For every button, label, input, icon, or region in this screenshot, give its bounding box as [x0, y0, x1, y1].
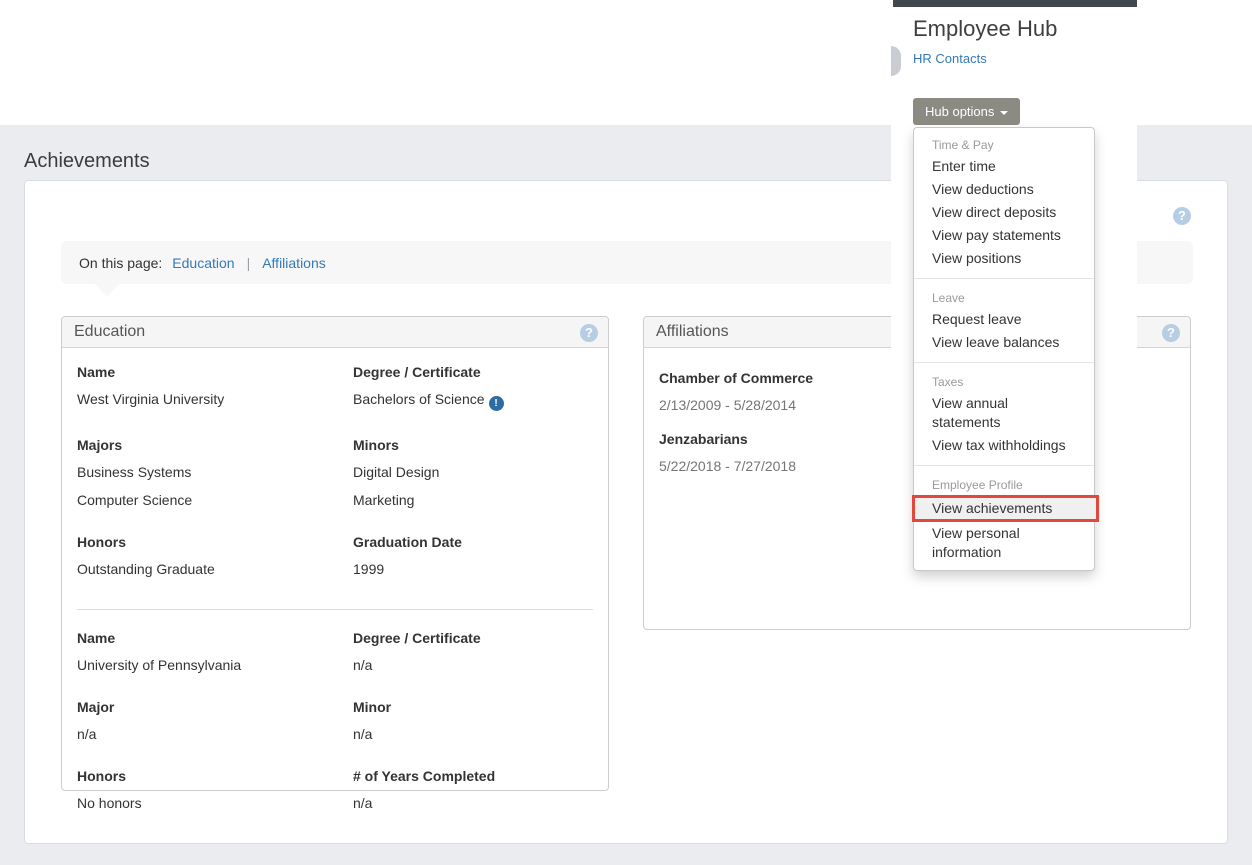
link-affiliations[interactable]: Affiliations	[262, 255, 326, 271]
field-degree: Degree / Certificate Bachelors of Scienc…	[353, 364, 593, 423]
field-major: Major n/a	[77, 699, 353, 754]
affiliations-help-icon[interactable]: ?	[1162, 324, 1180, 342]
field-honors: Honors No honors	[77, 768, 353, 823]
field-value: Computer Science	[77, 492, 353, 508]
on-this-page-label: On this page:	[79, 255, 162, 271]
field-label: Minors	[353, 437, 593, 453]
education-help-icon[interactable]: ?	[580, 324, 598, 342]
education-panel-body: Name West Virginia University Degree / C…	[62, 348, 608, 837]
field-label: Name	[77, 364, 353, 380]
field-label: # of Years Completed	[353, 768, 593, 784]
field-value: University of Pennsylvania	[77, 657, 353, 673]
field-value: n/a	[353, 795, 593, 811]
menu-divider	[914, 362, 1094, 363]
affiliations-panel-title: Affiliations	[656, 323, 729, 340]
info-icon[interactable]: !	[489, 396, 504, 411]
field-majors: Majors Business Systems Computer Science	[77, 437, 353, 520]
education-entry: Name West Virginia University Degree / C…	[77, 364, 593, 603]
field-label: Name	[77, 630, 353, 646]
menu-item-view-positions[interactable]: View positions	[914, 247, 1094, 270]
menu-section-header-taxes: Taxes	[914, 371, 1094, 392]
menu-item-view-annual-statements[interactable]: View annual statements	[914, 392, 1094, 434]
field-label: Minor	[353, 699, 593, 715]
education-entry: Name University of Pennsylvania Degree /…	[77, 630, 593, 837]
employee-hub-title: Employee Hub	[913, 16, 1057, 42]
nav-pointer-tail	[95, 284, 119, 297]
menu-item-view-deductions[interactable]: View deductions	[914, 178, 1094, 201]
field-honors: Honors Outstanding Graduate	[77, 534, 353, 589]
hub-options-button[interactable]: Hub options	[913, 98, 1020, 125]
menu-item-view-achievements[interactable]: View achievements	[912, 495, 1099, 522]
education-panel-header: Education ?	[62, 317, 608, 348]
field-value: n/a	[77, 726, 353, 742]
field-name: Name West Virginia University	[77, 364, 353, 423]
page-help-icon[interactable]: ?	[1173, 207, 1191, 225]
field-value: Outstanding Graduate	[77, 561, 353, 577]
field-label: Degree / Certificate	[353, 630, 593, 646]
education-panel-title: Education	[74, 323, 145, 340]
field-value: Bachelors of Science!	[353, 391, 593, 411]
field-label: Honors	[77, 534, 353, 550]
menu-section-header-leave: Leave	[914, 287, 1094, 308]
menu-divider	[914, 278, 1094, 279]
hub-options-menu: Time & Pay Enter time View deductions Vi…	[913, 127, 1095, 571]
field-label: Honors	[77, 768, 353, 784]
field-value: 1999	[353, 561, 593, 577]
link-education[interactable]: Education	[172, 255, 234, 271]
field-value: Marketing	[353, 492, 593, 508]
field-minors: Minors Digital Design Marketing	[353, 437, 593, 520]
menu-section-header-employee-profile: Employee Profile	[914, 474, 1094, 495]
field-value: n/a	[353, 657, 593, 673]
employee-hub-panel: Employee Hub HR Contacts Hub options Tim…	[891, 0, 1137, 535]
menu-item-view-leave-balances[interactable]: View leave balances	[914, 331, 1094, 354]
menu-item-view-personal-information[interactable]: View personal information	[914, 522, 1094, 564]
menu-item-request-leave[interactable]: Request leave	[914, 308, 1094, 331]
entry-divider	[77, 609, 593, 610]
menu-item-view-tax-withholdings[interactable]: View tax withholdings	[914, 434, 1094, 457]
top-accent-bar	[893, 0, 1137, 7]
caret-down-icon	[1000, 111, 1008, 115]
field-value: West Virginia University	[77, 391, 353, 407]
menu-divider	[914, 465, 1094, 466]
page-title: Achievements	[24, 150, 150, 173]
education-panel: Education ? Name West Virginia Universit…	[61, 316, 609, 791]
field-years-completed: # of Years Completed n/a	[353, 768, 593, 823]
field-label: Majors	[77, 437, 353, 453]
field-value: n/a	[353, 726, 593, 742]
drawer-handle[interactable]	[891, 46, 901, 76]
field-name: Name University of Pennsylvania	[77, 630, 353, 685]
field-value: Business Systems	[77, 464, 353, 480]
field-label: Degree / Certificate	[353, 364, 593, 380]
field-minor: Minor n/a	[353, 699, 593, 754]
menu-item-view-pay-statements[interactable]: View pay statements	[914, 224, 1094, 247]
menu-item-enter-time[interactable]: Enter time	[914, 155, 1094, 178]
field-value: No honors	[77, 795, 353, 811]
hr-contacts-link[interactable]: HR Contacts	[913, 51, 987, 66]
field-value: Digital Design	[353, 464, 593, 480]
menu-section-header-time-pay: Time & Pay	[914, 134, 1094, 155]
menu-item-view-direct-deposits[interactable]: View direct deposits	[914, 201, 1094, 224]
field-label: Major	[77, 699, 353, 715]
field-label: Graduation Date	[353, 534, 593, 550]
field-degree: Degree / Certificate n/a	[353, 630, 593, 685]
nav-separator: |	[247, 255, 251, 271]
field-graduation-date: Graduation Date 1999	[353, 534, 593, 589]
